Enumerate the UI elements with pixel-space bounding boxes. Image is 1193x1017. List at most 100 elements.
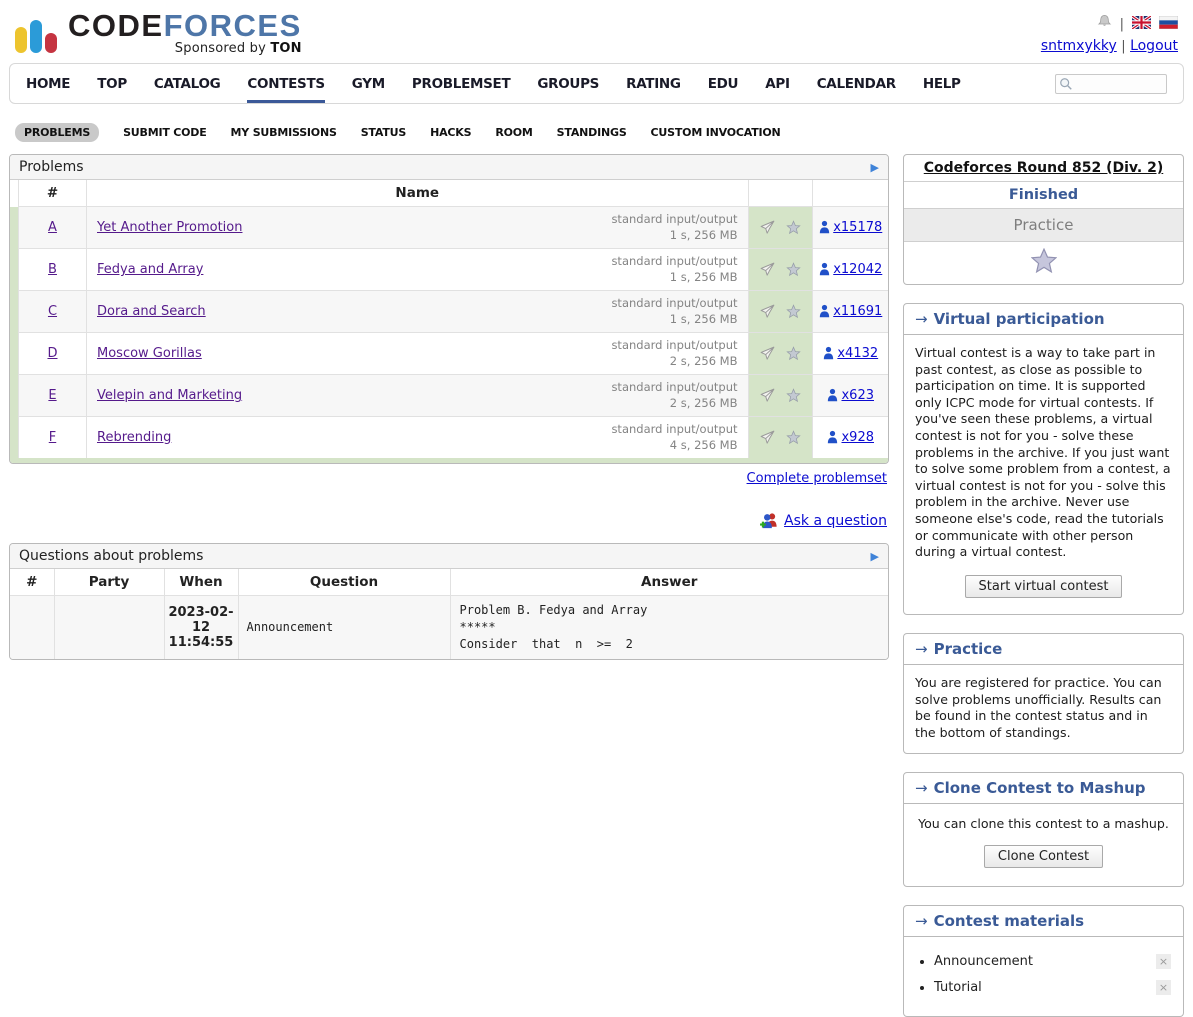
solved-count-link[interactable]: x11691 xyxy=(833,304,882,319)
person-icon xyxy=(826,430,839,444)
problem-index-link[interactable]: F xyxy=(49,430,56,445)
favorite-star-icon[interactable] xyxy=(786,262,801,277)
submit-plane-icon[interactable] xyxy=(759,387,776,404)
clone-contest-button[interactable]: Clone Contest xyxy=(984,845,1103,868)
person-icon xyxy=(818,262,831,276)
nav-item-rating[interactable]: RATING xyxy=(626,65,681,103)
solved-count-link[interactable]: x12042 xyxy=(833,262,882,277)
subnav-item-custom-invocation[interactable]: CUSTOM INVOCATION xyxy=(651,126,781,139)
clone-title: Clone Contest to Mashup xyxy=(934,779,1146,797)
codeforces-logo[interactable]: CODEFORCES Sponsored by TON xyxy=(15,10,302,55)
favorite-star-icon[interactable] xyxy=(786,388,801,403)
problem-index-link[interactable]: E xyxy=(48,388,56,403)
questions-header-row: # Party When Question Answer xyxy=(10,569,888,596)
material-tutorial-link[interactable]: Tutorial xyxy=(934,980,982,995)
nav-item-edu[interactable]: EDU xyxy=(708,65,739,103)
questions-caption-label: Questions about problems xyxy=(19,548,203,564)
favorite-contest-star-icon[interactable] xyxy=(1031,248,1057,273)
solved-stripe xyxy=(10,249,19,291)
uk-flag-icon[interactable] xyxy=(1132,15,1151,36)
username-link[interactable]: sntmxykky xyxy=(1041,38,1117,54)
problem-name-link[interactable]: Yet Another Promotion xyxy=(97,220,242,235)
col-header-num: # xyxy=(10,569,54,596)
col-header-party: Party xyxy=(54,569,164,596)
submit-plane-icon[interactable] xyxy=(759,345,776,362)
favorite-star-icon[interactable] xyxy=(786,220,801,235)
start-virtual-contest-button[interactable]: Start virtual contest xyxy=(965,575,1123,598)
contest-materials-box: → Contest materials Announcement × Tutori… xyxy=(903,905,1184,1017)
nav-item-top[interactable]: TOP xyxy=(97,65,127,103)
question-answer: Problem B. Fedya and Array ***** Conside… xyxy=(450,596,888,659)
search-box xyxy=(1055,74,1167,94)
ask-question-link[interactable]: Ask a question xyxy=(784,513,887,529)
list-item: Tutorial × xyxy=(934,980,1171,995)
nav-item-groups[interactable]: GROUPS xyxy=(537,65,599,103)
complete-problemset-link[interactable]: Complete problemset xyxy=(747,471,887,486)
bell-icon[interactable] xyxy=(1097,14,1112,36)
problem-io: standard input/output2 s, 256 MB xyxy=(611,380,737,411)
nav-item-gym[interactable]: GYM xyxy=(352,65,385,103)
header: CODEFORCES Sponsored by TON | sntmxykky … xyxy=(9,6,1184,63)
nav-item-help[interactable]: HELP xyxy=(923,65,961,103)
solved-stripe xyxy=(10,333,19,375)
problem-index-link[interactable]: A xyxy=(48,220,57,235)
favorite-star-icon[interactable] xyxy=(786,346,801,361)
logo-bars-icon xyxy=(15,20,57,53)
table-row: B Fedya and Array standard input/output1… xyxy=(10,249,888,291)
ru-flag-icon[interactable] xyxy=(1159,15,1178,36)
solved-count-link[interactable]: x928 xyxy=(841,430,874,445)
material-announcement-link[interactable]: Announcement xyxy=(934,954,1033,969)
nav-item-calendar[interactable]: CALENDAR xyxy=(817,65,896,103)
subnav-item-submit-code[interactable]: SUBMIT CODE xyxy=(123,126,206,139)
logo-forces: FORCES xyxy=(164,8,302,43)
nav-item-api[interactable]: API xyxy=(765,65,789,103)
close-icon[interactable]: × xyxy=(1156,954,1171,969)
nav-item-home[interactable]: HOME xyxy=(26,65,70,103)
favorite-star-icon[interactable] xyxy=(786,304,801,319)
subnav-item-status[interactable]: STATUS xyxy=(361,126,406,139)
subnav-item-standings[interactable]: STANDINGS xyxy=(557,126,627,139)
complete-problemset-row: Complete problemset xyxy=(9,471,887,486)
subnav-item-room[interactable]: ROOM xyxy=(495,126,532,139)
logout-link[interactable]: Logout xyxy=(1130,38,1178,54)
problem-name-link[interactable]: Moscow Gorillas xyxy=(97,346,202,361)
problem-index-link[interactable]: D xyxy=(47,346,57,361)
submit-plane-icon[interactable] xyxy=(759,219,776,236)
collapse-arrow-icon[interactable]: ▶ xyxy=(871,550,879,563)
subnav-item-problems[interactable]: PROBLEMS xyxy=(15,123,99,142)
problem-io: standard input/output1 s, 256 MB xyxy=(611,296,737,327)
solved-count-link[interactable]: x623 xyxy=(841,388,874,403)
nav-item-contests[interactable]: CONTESTS xyxy=(247,65,324,103)
problem-index-link[interactable]: C xyxy=(48,304,57,319)
ask-question-row: Ask a question xyxy=(9,512,887,529)
arrow-icon: → xyxy=(915,310,928,328)
collapse-arrow-icon[interactable]: ▶ xyxy=(871,161,879,174)
submit-plane-icon[interactable] xyxy=(759,261,776,278)
submit-plane-icon[interactable] xyxy=(759,429,776,446)
solved-stripe xyxy=(10,207,19,249)
contest-title-link[interactable]: Codeforces Round 852 (Div. 2) xyxy=(924,160,1163,176)
problem-name-link[interactable]: Fedya and Array xyxy=(97,262,203,277)
problem-index-link[interactable]: B xyxy=(48,262,57,277)
solved-count-link[interactable]: x4132 xyxy=(837,346,878,361)
materials-title: Contest materials xyxy=(934,912,1084,930)
favorite-star-icon[interactable] xyxy=(786,430,801,445)
nav-item-catalog[interactable]: CATALOG xyxy=(154,65,221,103)
col-header-index: # xyxy=(19,180,87,207)
contest-info-box: Codeforces Round 852 (Div. 2) Finished P… xyxy=(903,154,1184,285)
problem-name-link[interactable]: Rebrending xyxy=(97,430,171,445)
subnav-item-hacks[interactable]: HACKS xyxy=(430,126,471,139)
nav-item-problemset[interactable]: PROBLEMSET xyxy=(412,65,510,103)
problem-name-link[interactable]: Velepin and Marketing xyxy=(97,388,242,403)
arrow-icon: → xyxy=(915,912,928,930)
solved-stripe xyxy=(10,291,19,333)
close-icon[interactable]: × xyxy=(1156,980,1171,995)
submit-plane-icon[interactable] xyxy=(759,303,776,320)
problem-name-link[interactable]: Dora and Search xyxy=(97,304,206,319)
solved-stripe xyxy=(10,417,19,459)
solved-count-link[interactable]: x15178 xyxy=(833,220,882,235)
practice-title: Practice xyxy=(934,640,1003,658)
sponsored-brand: TON xyxy=(270,41,301,56)
subnav-item-my-submissions[interactable]: MY SUBMISSIONS xyxy=(231,126,337,139)
problem-io: standard input/output1 s, 256 MB xyxy=(611,212,737,243)
